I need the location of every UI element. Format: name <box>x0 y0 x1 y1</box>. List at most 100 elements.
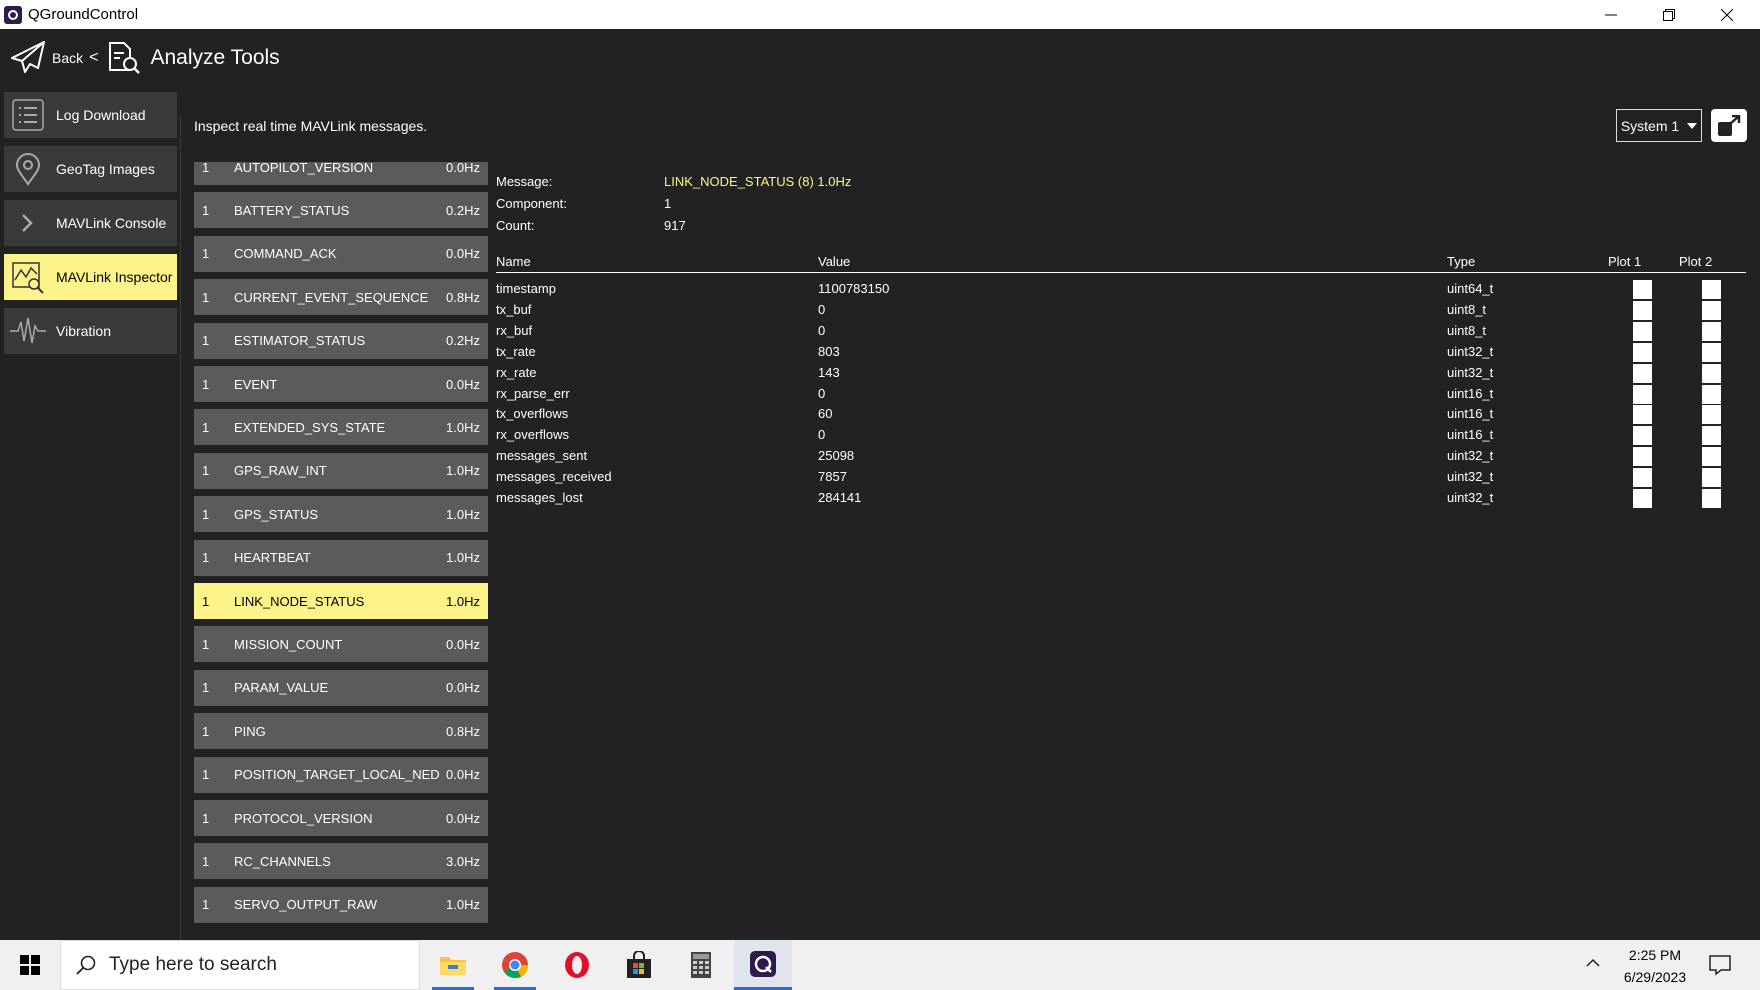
component-value: 1 <box>664 196 672 211</box>
taskbar-app-calculator[interactable] <box>672 940 730 990</box>
message-list-item[interactable]: 1 PROTOCOL_VERSION 0.0Hz <box>194 800 488 836</box>
taskbar-app-chrome[interactable] <box>486 940 544 990</box>
system-selector[interactable]: System 1 <box>1616 109 1702 142</box>
field-value: 25098 <box>818 448 855 464</box>
sidebar-item-mavlink-console[interactable]: MAVLink Console <box>4 200 177 246</box>
message-list-item[interactable]: 1 EXTENDED_SYS_STATE 1.0Hz <box>194 409 488 446</box>
sidebar-item-label: GeoTag Images <box>56 161 155 177</box>
plot1-checkbox[interactable] <box>1633 447 1652 467</box>
plot2-checkbox[interactable] <box>1702 405 1721 425</box>
plot2-checkbox[interactable] <box>1702 300 1721 320</box>
plot1-checkbox[interactable] <box>1633 363 1652 383</box>
message-list[interactable]: 1 AUTOPILOT_VERSION 0.0Hz 1 BATTERY_STATUS 0.… <box>194 162 488 928</box>
plot1-checkbox[interactable] <box>1633 342 1652 362</box>
sidebar-item-label: MAVLink Console <box>56 215 167 231</box>
message-list-item[interactable]: 1 RC_CHANNELS 3.0Hz <box>194 843 488 880</box>
message-list-item[interactable]: 1 SERVO_OUTPUT_RAW 1.0Hz <box>194 886 488 923</box>
plot1-checkbox[interactable] <box>1633 426 1652 446</box>
plot2-checkbox[interactable] <box>1702 426 1721 446</box>
plot2-checkbox[interactable] <box>1702 447 1721 467</box>
taskbar-app-store[interactable] <box>610 940 668 990</box>
plot2-checkbox[interactable] <box>1702 489 1721 508</box>
message-list-item[interactable]: 1 COMMAND_ACK 0.0Hz <box>194 235 488 272</box>
plot1-checkbox[interactable] <box>1633 468 1652 488</box>
taskbar-search[interactable]: Type here to search <box>60 940 420 990</box>
message-name: RC_CHANNELS <box>234 853 331 869</box>
plot2-checkbox[interactable] <box>1702 468 1721 488</box>
plot1-checkbox[interactable] <box>1633 405 1652 425</box>
close-button[interactable] <box>1698 0 1756 29</box>
message-list-item[interactable]: 1 CURRENT_EVENT_SEQUENCE 0.8Hz <box>194 279 488 316</box>
message-rate: 1.0Hz <box>446 593 480 609</box>
message-list-item[interactable]: 1 GPS_STATUS 1.0Hz <box>194 496 488 533</box>
plot1-checkbox[interactable] <box>1633 489 1652 508</box>
show-hidden-icons-button[interactable] <box>1585 955 1601 971</box>
message-component-id: 1 <box>202 767 210 783</box>
plot2-checkbox[interactable] <box>1702 321 1721 341</box>
message-label: Message: <box>496 174 553 189</box>
field-type: uint64_t <box>1447 281 1494 296</box>
breadcrumb-separator: < <box>89 48 99 66</box>
plot1-checkbox[interactable] <box>1633 300 1652 320</box>
field-row: rx_rate 143 uint32_t <box>496 363 1746 384</box>
field-value: 0 <box>818 301 826 317</box>
plot1-checkbox[interactable] <box>1633 280 1652 299</box>
back-button[interactable]: Back <box>52 50 83 66</box>
message-list-item[interactable]: 1 PING 0.8Hz <box>194 713 488 750</box>
taskbar-app-file-explorer[interactable] <box>424 940 482 990</box>
field-name: rx_rate <box>496 364 537 380</box>
restore-button[interactable] <box>1640 0 1698 29</box>
message-list-item[interactable]: 1 AUTOPILOT_VERSION 0.0Hz <box>194 162 488 185</box>
notification-icon <box>1709 955 1731 976</box>
message-list-item[interactable]: 1 MISSION_COUNT 0.0Hz <box>194 626 488 663</box>
message-list-item[interactable]: 1 BATTERY_STATUS 0.2Hz <box>194 192 488 229</box>
paper-plane-icon[interactable] <box>8 38 48 78</box>
field-row: rx_parse_err 0 uint16_t <box>496 384 1746 405</box>
message-list-item[interactable]: 1 GPS_RAW_INT 1.0Hz <box>194 452 488 489</box>
field-name: messages_sent <box>496 448 588 464</box>
message-component-id: 1 <box>202 810 210 826</box>
start-button[interactable] <box>0 940 60 990</box>
message-list-item[interactable]: 1 ESTIMATOR_STATUS 0.2Hz <box>194 322 488 359</box>
message-name: PING <box>234 723 266 739</box>
plot2-checkbox[interactable] <box>1702 384 1721 404</box>
sidebar-item-log-download[interactable]: Log Download <box>4 92 177 138</box>
clock-date: 6/29/2023 <box>1623 969 1687 985</box>
message-component-id: 1 <box>202 506 210 522</box>
message-rate: 0.8Hz <box>446 289 480 305</box>
sidebar-item-geotag-images[interactable]: GeoTag Images <box>4 146 177 192</box>
plot1-checkbox[interactable] <box>1633 321 1652 341</box>
message-list-item[interactable]: 1 EVENT 0.0Hz <box>194 366 488 402</box>
message-rate: 0.0Hz <box>446 767 480 783</box>
field-value: 0 <box>818 427 826 443</box>
sidebar-item-vibration[interactable]: Vibration <box>4 308 177 354</box>
message-name: COMMAND_ACK <box>234 246 337 262</box>
column-header-plot2: Plot 2 <box>1679 254 1713 269</box>
message-list-item[interactable]: 1 PARAM_VALUE 0.0Hz <box>194 669 488 706</box>
notifications-button[interactable] <box>1708 953 1732 977</box>
plot2-checkbox[interactable] <box>1702 363 1721 383</box>
message-component-id: 1 <box>202 246 210 262</box>
message-list-item[interactable]: 1 LINK_NODE_STATUS 1.0Hz <box>194 583 488 619</box>
plot1-checkbox[interactable] <box>1633 384 1652 404</box>
field-value: 1100783150 <box>818 281 890 296</box>
taskbar-clock[interactable]: 2:25 PM 6/29/2023 <box>1600 944 1710 988</box>
field-value: 803 <box>818 343 840 359</box>
message-list-item[interactable]: 1 HEARTBEAT 1.0Hz <box>194 539 488 576</box>
taskbar-app-opera[interactable] <box>548 940 606 990</box>
field-row: messages_received 7857 uint32_t <box>496 467 1746 488</box>
taskbar-app-qgroundcontrol[interactable] <box>734 940 792 990</box>
minimize-button[interactable] <box>1582 0 1640 29</box>
search-placeholder: Type here to search <box>109 954 277 975</box>
plot2-checkbox[interactable] <box>1702 342 1721 362</box>
field-name: messages_lost <box>496 490 583 505</box>
sidebar: Log Download GeoTag Images MAVLink Conso… <box>4 92 177 362</box>
message-name: HEARTBEAT <box>234 550 311 566</box>
message-name: POSITION_TARGET_LOCAL_NED <box>234 767 440 783</box>
sidebar-item-mavlink-inspector[interactable]: MAVLink Inspector <box>4 254 177 300</box>
plot2-checkbox[interactable] <box>1702 280 1721 299</box>
field-name: tx_buf <box>496 301 532 317</box>
message-rate: 0.0Hz <box>446 162 480 175</box>
message-list-item[interactable]: 1 POSITION_TARGET_LOCAL_NED 0.0Hz <box>194 756 488 793</box>
popout-button[interactable] <box>1711 109 1747 142</box>
